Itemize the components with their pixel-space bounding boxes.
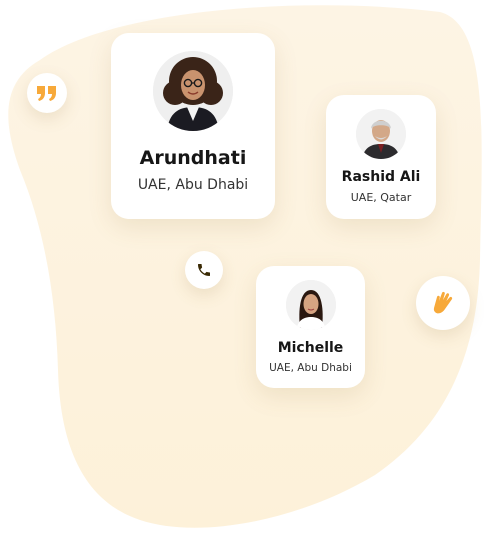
contact-card-michelle[interactable]: Michelle UAE, Abu Dhabi: [256, 266, 365, 388]
contact-name: Michelle: [277, 340, 344, 356]
contact-name: Arundhati: [139, 147, 247, 169]
avatar: [285, 280, 336, 330]
waving-hand-icon: [433, 291, 453, 314]
man-gray-hair-avatar: [356, 109, 406, 159]
phone-badge[interactable]: [185, 251, 223, 289]
contact-location: UAE, Qatar: [350, 191, 412, 204]
quote-badge: [27, 73, 67, 113]
contact-card-arundhati[interactable]: Arundhati UAE, Abu Dhabi: [111, 33, 275, 219]
woman-long-hair-avatar: [285, 280, 336, 330]
avatar: [356, 109, 406, 159]
phone-icon: [198, 264, 210, 276]
contact-location: UAE, Abu Dhabi: [137, 177, 249, 193]
contact-location: UAE, Abu Dhabi: [269, 362, 352, 374]
quote-icon: [37, 86, 56, 101]
contact-card-rashid-ali[interactable]: Rashid Ali UAE, Qatar: [326, 95, 436, 219]
woman-curly-hair-avatar: [153, 51, 233, 131]
avatar: [153, 51, 233, 131]
contact-name: Rashid Ali: [341, 169, 421, 185]
waving-hand-badge: [416, 276, 470, 330]
